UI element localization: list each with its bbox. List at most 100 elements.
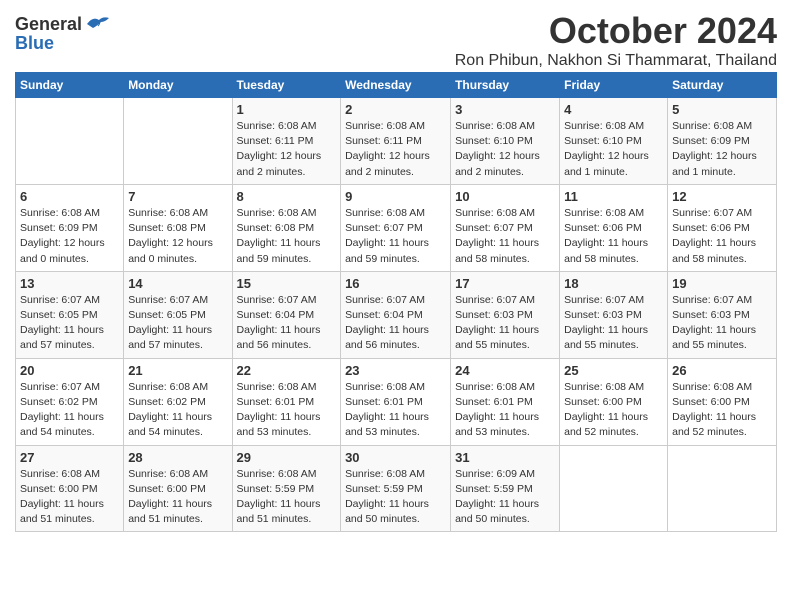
- day-info: Sunrise: 6:08 AM Sunset: 6:01 PM Dayligh…: [455, 380, 555, 441]
- day-number: 20: [20, 363, 119, 378]
- day-info: Sunrise: 6:08 AM Sunset: 6:10 PM Dayligh…: [564, 119, 663, 180]
- page-title: October 2024: [455, 10, 777, 52]
- day-info: Sunrise: 6:08 AM Sunset: 6:10 PM Dayligh…: [455, 119, 555, 180]
- day-info: Sunrise: 6:08 AM Sunset: 6:00 PM Dayligh…: [20, 467, 119, 528]
- calendar-cell: 13 Sunrise: 6:07 AM Sunset: 6:05 PM Dayli…: [16, 271, 124, 358]
- day-info: Sunrise: 6:07 AM Sunset: 6:03 PM Dayligh…: [564, 293, 663, 354]
- day-info: Sunrise: 6:08 AM Sunset: 6:00 PM Dayligh…: [672, 380, 772, 441]
- day-info: Sunrise: 6:08 AM Sunset: 6:00 PM Dayligh…: [564, 380, 663, 441]
- day-info: Sunrise: 6:08 AM Sunset: 6:07 PM Dayligh…: [345, 206, 446, 267]
- day-number: 26: [672, 363, 772, 378]
- calendar-cell: 10 Sunrise: 6:08 AM Sunset: 6:07 PM Dayli…: [451, 184, 560, 271]
- calendar-cell: 31Sunrise: 6:09 AM Sunset: 5:59 PM Dayli…: [451, 445, 560, 532]
- calendar-body: 1 Sunrise: 6:08 AM Sunset: 6:11 PM Daylig…: [16, 98, 777, 532]
- calendar-cell: 14 Sunrise: 6:07 AM Sunset: 6:05 PM Dayli…: [124, 271, 232, 358]
- calendar-cell: 21Sunrise: 6:08 AM Sunset: 6:02 PM Dayli…: [124, 358, 232, 445]
- header: General Blue October 2024 Ron Phibun, Na…: [15, 10, 777, 70]
- day-number: 6: [20, 189, 119, 204]
- calendar-cell: 4 Sunrise: 6:08 AM Sunset: 6:10 PM Daylig…: [560, 98, 668, 185]
- calendar-cell: 18Sunrise: 6:07 AM Sunset: 6:03 PM Dayli…: [560, 271, 668, 358]
- day-number: 14: [128, 276, 227, 291]
- day-number: 22: [237, 363, 337, 378]
- location-subtitle: Ron Phibun, Nakhon Si Thammarat, Thailan…: [455, 52, 777, 70]
- day-number: 15: [237, 276, 337, 291]
- calendar-cell: 25 Sunrise: 6:08 AM Sunset: 6:00 PM Dayli…: [560, 358, 668, 445]
- logo: General Blue: [15, 14, 111, 54]
- day-number: 31: [455, 450, 555, 465]
- calendar-cell: 26 Sunrise: 6:08 AM Sunset: 6:00 PM Dayli…: [668, 358, 777, 445]
- calendar-cell: 22 Sunrise: 6:08 AM Sunset: 6:01 PM Dayli…: [232, 358, 341, 445]
- day-info: Sunrise: 6:07 AM Sunset: 6:03 PM Dayligh…: [455, 293, 555, 354]
- day-info: Sunrise: 6:08 AM Sunset: 6:07 PM Dayligh…: [455, 206, 555, 267]
- calendar-cell: 16Sunrise: 6:07 AM Sunset: 6:04 PM Dayli…: [341, 271, 451, 358]
- weekday-header-monday: Monday: [124, 73, 232, 98]
- weekday-header-row: SundayMondayTuesdayWednesdayThursdayFrid…: [16, 73, 777, 98]
- day-number: 12: [672, 189, 772, 204]
- day-number: 2: [345, 102, 446, 117]
- day-info: Sunrise: 6:08 AM Sunset: 6:00 PM Dayligh…: [128, 467, 227, 528]
- calendar-cell: 23Sunrise: 6:08 AM Sunset: 6:01 PM Dayli…: [341, 358, 451, 445]
- calendar-cell: 8Sunrise: 6:08 AM Sunset: 6:08 PM Daylig…: [232, 184, 341, 271]
- weekday-header-friday: Friday: [560, 73, 668, 98]
- day-info: Sunrise: 6:08 AM Sunset: 6:11 PM Dayligh…: [237, 119, 337, 180]
- calendar-week-row: 6 Sunrise: 6:08 AM Sunset: 6:09 PM Daylig…: [16, 184, 777, 271]
- day-number: 7: [128, 189, 227, 204]
- calendar-cell: [16, 98, 124, 185]
- day-number: 8: [237, 189, 337, 204]
- weekday-header-sunday: Sunday: [16, 73, 124, 98]
- day-info: Sunrise: 6:07 AM Sunset: 6:04 PM Dayligh…: [237, 293, 337, 354]
- calendar-week-row: 1 Sunrise: 6:08 AM Sunset: 6:11 PM Daylig…: [16, 98, 777, 185]
- calendar-cell: 11 Sunrise: 6:08 AM Sunset: 6:06 PM Dayli…: [560, 184, 668, 271]
- calendar-cell: 5Sunrise: 6:08 AM Sunset: 6:09 PM Daylig…: [668, 98, 777, 185]
- day-number: 17: [455, 276, 555, 291]
- day-info: Sunrise: 6:07 AM Sunset: 6:05 PM Dayligh…: [20, 293, 119, 354]
- day-info: Sunrise: 6:07 AM Sunset: 6:05 PM Dayligh…: [128, 293, 227, 354]
- weekday-header-saturday: Saturday: [668, 73, 777, 98]
- calendar-cell: 20Sunrise: 6:07 AM Sunset: 6:02 PM Dayli…: [16, 358, 124, 445]
- calendar-week-row: 27Sunrise: 6:08 AM Sunset: 6:00 PM Dayli…: [16, 445, 777, 532]
- logo-general: General: [15, 14, 82, 35]
- day-number: 3: [455, 102, 555, 117]
- day-number: 10: [455, 189, 555, 204]
- calendar-cell: [124, 98, 232, 185]
- day-info: Sunrise: 6:08 AM Sunset: 5:59 PM Dayligh…: [237, 467, 337, 528]
- calendar-cell: 12 Sunrise: 6:07 AM Sunset: 6:06 PM Dayli…: [668, 184, 777, 271]
- day-number: 5: [672, 102, 772, 117]
- day-number: 21: [128, 363, 227, 378]
- calendar-week-row: 20Sunrise: 6:07 AM Sunset: 6:02 PM Dayli…: [16, 358, 777, 445]
- calendar-cell: 24 Sunrise: 6:08 AM Sunset: 6:01 PM Dayli…: [451, 358, 560, 445]
- logo-blue: Blue: [15, 33, 54, 54]
- day-number: 29: [237, 450, 337, 465]
- day-number: 4: [564, 102, 663, 117]
- calendar-cell: 15 Sunrise: 6:07 AM Sunset: 6:04 PM Dayli…: [232, 271, 341, 358]
- day-number: 25: [564, 363, 663, 378]
- calendar-cell: 7 Sunrise: 6:08 AM Sunset: 6:08 PM Daylig…: [124, 184, 232, 271]
- calendar-cell: 30 Sunrise: 6:08 AM Sunset: 5:59 PM Dayli…: [341, 445, 451, 532]
- day-number: 23: [345, 363, 446, 378]
- calendar-cell: 6 Sunrise: 6:08 AM Sunset: 6:09 PM Daylig…: [16, 184, 124, 271]
- day-info: Sunrise: 6:08 AM Sunset: 6:01 PM Dayligh…: [237, 380, 337, 441]
- day-number: 1: [237, 102, 337, 117]
- day-number: 30: [345, 450, 446, 465]
- day-info: Sunrise: 6:08 AM Sunset: 5:59 PM Dayligh…: [345, 467, 446, 528]
- day-info: Sunrise: 6:08 AM Sunset: 6:08 PM Dayligh…: [128, 206, 227, 267]
- calendar-cell: [668, 445, 777, 532]
- logo-bird-icon: [85, 14, 111, 34]
- day-number: 9: [345, 189, 446, 204]
- day-number: 11: [564, 189, 663, 204]
- calendar-header: SundayMondayTuesdayWednesdayThursdayFrid…: [16, 73, 777, 98]
- calendar-cell: [560, 445, 668, 532]
- calendar-cell: 9 Sunrise: 6:08 AM Sunset: 6:07 PM Daylig…: [341, 184, 451, 271]
- day-number: 13: [20, 276, 119, 291]
- calendar-cell: 28Sunrise: 6:08 AM Sunset: 6:00 PM Dayli…: [124, 445, 232, 532]
- day-info: Sunrise: 6:07 AM Sunset: 6:04 PM Dayligh…: [345, 293, 446, 354]
- day-info: Sunrise: 6:08 AM Sunset: 6:11 PM Dayligh…: [345, 119, 446, 180]
- day-info: Sunrise: 6:07 AM Sunset: 6:06 PM Dayligh…: [672, 206, 772, 267]
- day-number: 19: [672, 276, 772, 291]
- day-info: Sunrise: 6:08 AM Sunset: 6:06 PM Dayligh…: [564, 206, 663, 267]
- weekday-header-wednesday: Wednesday: [341, 73, 451, 98]
- day-info: Sunrise: 6:08 AM Sunset: 6:09 PM Dayligh…: [20, 206, 119, 267]
- calendar-cell: 17 Sunrise: 6:07 AM Sunset: 6:03 PM Dayli…: [451, 271, 560, 358]
- day-number: 24: [455, 363, 555, 378]
- calendar-week-row: 13 Sunrise: 6:07 AM Sunset: 6:05 PM Dayli…: [16, 271, 777, 358]
